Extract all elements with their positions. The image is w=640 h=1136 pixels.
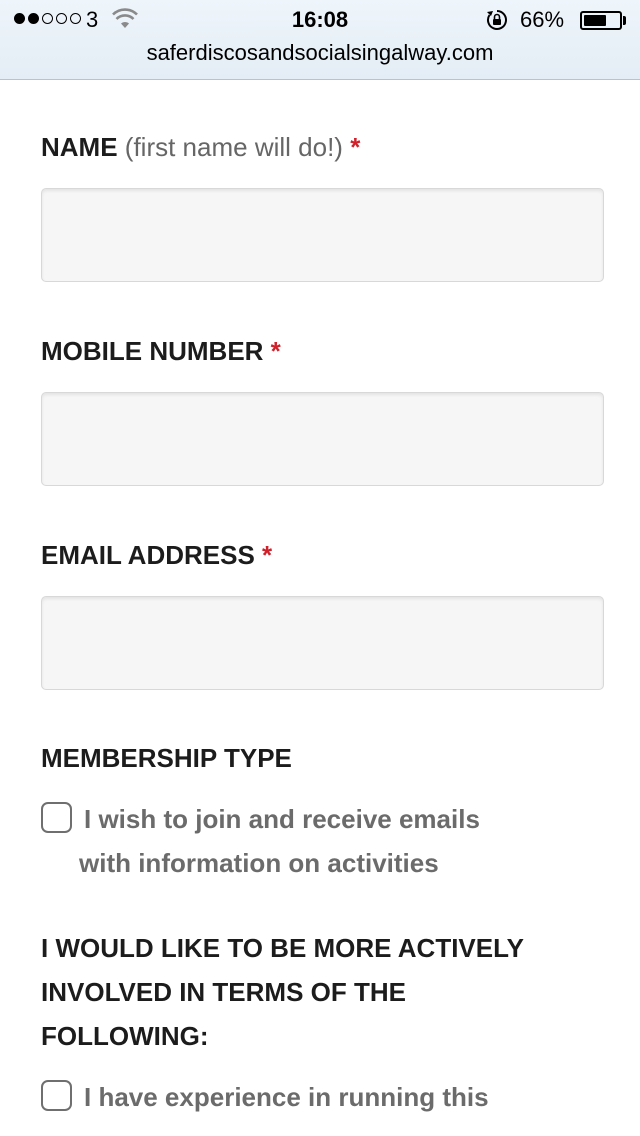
mobile-input[interactable] (41, 392, 604, 486)
experience-checkbox[interactable] (41, 1080, 72, 1111)
battery-level (584, 15, 607, 26)
membership-option-line2[interactable]: with information on activities (79, 841, 439, 885)
name-label: NAME (first name will do!) * (41, 132, 360, 163)
required-marker: * (350, 132, 361, 162)
battery-cap (623, 16, 626, 25)
email-input[interactable] (41, 596, 604, 690)
membership-checkbox[interactable] (41, 802, 72, 833)
membership-option-line1[interactable]: I wish to join and receive emails (84, 797, 480, 841)
name-hint: (first name will do!) (124, 132, 343, 162)
required-marker: * (270, 336, 281, 366)
battery-percent: 66% (520, 7, 565, 32)
mobile-label-text: MOBILE NUMBER (41, 336, 264, 366)
membership-type-heading: MEMBERSHIP TYPE (41, 743, 292, 773)
name-label-text: NAME (41, 132, 118, 162)
status-bar: 3 16:08 66% (0, 0, 640, 40)
involvement-heading-line3: FOLLOWING: (41, 1021, 209, 1051)
email-label: EMAIL ADDRESS * (41, 540, 272, 571)
name-input[interactable] (41, 188, 604, 282)
experience-option-line1[interactable]: I have experience in running this (84, 1075, 489, 1119)
required-marker: * (262, 540, 273, 570)
involvement-heading-line2: INVOLVED IN TERMS OF THE (41, 977, 406, 1007)
url-bar[interactable]: saferdiscosandsocialsingalway.com (0, 40, 640, 66)
screen: 3 16:08 66% saferdiscosandsocialsingalwa… (0, 0, 640, 1136)
battery-icon (580, 11, 622, 30)
mobile-label: MOBILE NUMBER * (41, 336, 281, 367)
browser-top-bar: 3 16:08 66% saferdiscosandsocialsingalwa… (0, 0, 640, 80)
rotation-lock-icon (487, 10, 507, 30)
email-label-text: EMAIL ADDRESS (41, 540, 255, 570)
involvement-heading-line1: I WOULD LIKE TO BE MORE ACTIVELY (41, 933, 524, 963)
